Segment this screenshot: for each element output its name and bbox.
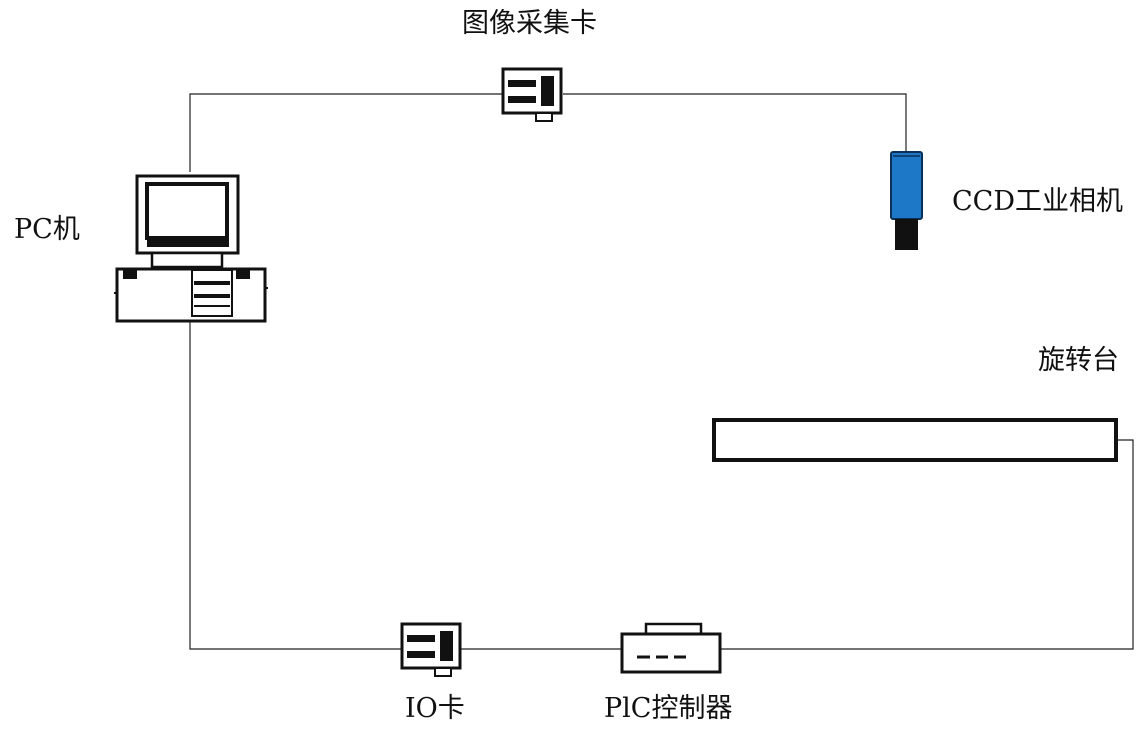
io-card-icon	[400, 622, 462, 677]
rotary-stage-label: 旋转台	[1038, 345, 1119, 376]
desktop-computer-icon	[114, 174, 268, 323]
wire-capture-card-to-camera	[563, 93, 907, 152]
pc-label: PC机	[14, 214, 80, 245]
capture-card-label: 图像采集卡	[462, 8, 597, 39]
wire-plc-to-rotary-stage	[720, 439, 1134, 650]
connection-lines	[189, 93, 1134, 650]
capture-card-icon	[501, 67, 563, 122]
io-card-label: IO卡	[405, 693, 465, 724]
system-diagram	[114, 67, 1134, 677]
wire-pc-to-io-card	[189, 322, 402, 650]
rotary-stage-bar	[712, 418, 1118, 462]
industrial-camera-icon	[890, 151, 923, 250]
plc-controller-icon	[620, 622, 722, 674]
plc-controller-label: PlC控制器	[604, 693, 733, 724]
wire-pc-to-capture-card	[189, 93, 503, 172]
camera-label: CCD工业相机	[952, 186, 1123, 217]
